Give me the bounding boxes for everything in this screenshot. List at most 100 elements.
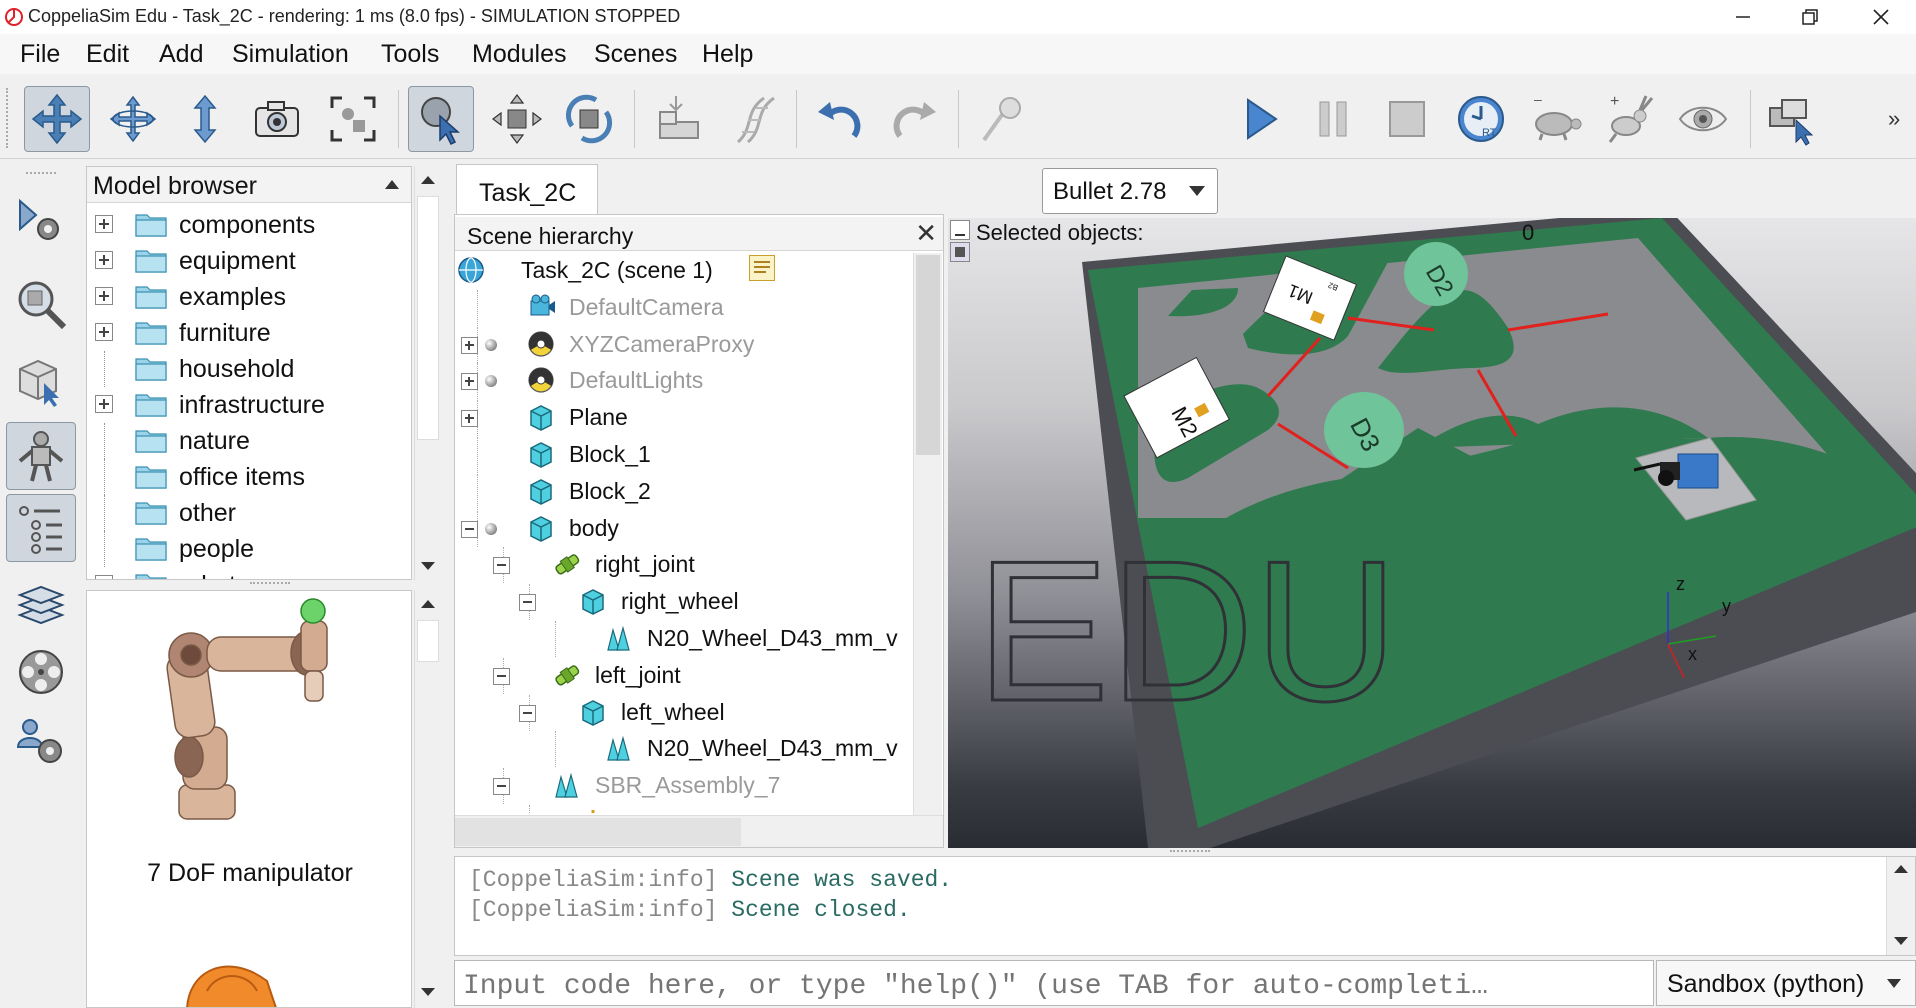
robot-arm-thumbnail[interactable] [127, 597, 367, 847]
thumbnail-scrollbar[interactable] [414, 590, 441, 1008]
menu-tools[interactable]: Tools [381, 40, 439, 69]
user-settings-icon[interactable] [6, 708, 76, 776]
select-icon[interactable] [408, 86, 474, 152]
menu-scenes[interactable]: Scenes [594, 40, 677, 69]
menu-simulation[interactable]: Simulation [232, 40, 349, 69]
transfer-dna-icon[interactable] [718, 86, 784, 152]
code-input[interactable] [454, 960, 1654, 1006]
play-icon[interactable] [1226, 86, 1292, 152]
scrollbar-thumb[interactable] [417, 620, 439, 662]
scroll-up-icon[interactable] [421, 176, 435, 184]
scene-object-row[interactable]: Plane [455, 400, 915, 437]
expand-plus-icon[interactable] [95, 575, 113, 579]
object-shift-icon[interactable] [484, 86, 550, 152]
dynamics-content-icon[interactable] [970, 86, 1036, 152]
scripts-icon[interactable] [6, 422, 76, 490]
maximize-icon[interactable] [1779, 0, 1841, 34]
rotate-camera-icon[interactable] [100, 86, 166, 152]
arena-scene[interactable]: M1 B2 D2 M2 D3 EDU z y x [948, 218, 1916, 848]
model-folder-item[interactable]: household [87, 351, 411, 387]
model-folder-item[interactable]: nature [87, 423, 411, 459]
scroll-down-icon[interactable] [1894, 937, 1908, 945]
model-folder-item[interactable]: infrastructure [87, 387, 411, 423]
object-rotate-icon[interactable] [556, 86, 622, 152]
scene-object-row[interactable]: body [455, 510, 915, 547]
page-selector-icon[interactable] [1760, 86, 1826, 152]
expand-plus-icon[interactable] [95, 323, 113, 341]
scrollbar-thumb[interactable] [916, 255, 940, 455]
model-browser-scrollbar[interactable] [414, 166, 441, 580]
scrollbar-thumb[interactable] [417, 196, 439, 440]
splitter-handle[interactable] [250, 582, 290, 588]
fit-view-icon[interactable] [320, 86, 386, 152]
camera-icon[interactable] [244, 86, 310, 152]
undo-icon[interactable] [808, 86, 874, 152]
expand-plus-icon[interactable] [461, 336, 478, 354]
collapse-minus-icon[interactable] [493, 778, 510, 796]
move-camera-icon[interactable] [24, 86, 90, 152]
toolbar-grip[interactable] [6, 88, 12, 148]
scene-object-row[interactable]: Block_1 [455, 437, 915, 473]
console-output[interactable]: [CoppeliaSim:info] Scene was saved. [Cop… [454, 856, 1916, 956]
scene-object-row[interactable]: N20_Wheel_D43_mm_v [455, 731, 915, 768]
calculation-modules-icon[interactable] [6, 270, 76, 338]
scroll-down-icon[interactable] [421, 988, 435, 996]
model-folder-item[interactable]: components [87, 207, 411, 243]
viewport-collapse-icon[interactable] [950, 220, 970, 240]
model-folder-item[interactable]: other [87, 495, 411, 531]
assemble-icon[interactable] [646, 86, 712, 152]
script-icon[interactable] [749, 255, 775, 281]
scene-object-row[interactable]: right_joint [455, 547, 915, 584]
scene-hierarchy-vscrollbar[interactable] [913, 253, 942, 815]
scene-object-row[interactable]: DefaultCamera [455, 289, 915, 326]
scene-object-row[interactable]: right_wheel [455, 584, 915, 621]
model-folder-item[interactable]: furniture [87, 315, 411, 351]
scene-object-row[interactable]: Block_2 [455, 473, 915, 510]
shift-camera-icon[interactable] [172, 86, 238, 152]
collapse-minus-icon[interactable] [519, 704, 536, 722]
expand-plus-icon[interactable] [95, 287, 113, 305]
model-browser-icon[interactable] [6, 494, 76, 562]
robot-thumbnail-partial[interactable] [167, 951, 287, 1008]
sandbox-select[interactable]: Sandbox (python) [1656, 960, 1916, 1006]
minimize-icon[interactable] [1712, 0, 1774, 34]
close-icon[interactable] [1850, 0, 1912, 34]
redo-icon[interactable] [880, 86, 946, 152]
menu-add[interactable]: Add [159, 40, 203, 69]
scene-object-row[interactable]: DefaultLights [455, 363, 915, 400]
model-folder-item[interactable]: robots [87, 567, 411, 579]
scene-object-row[interactable]: ForceSensor [455, 805, 915, 813]
model-folder-item[interactable]: equipment [87, 243, 411, 279]
physics-engine-select[interactable]: Bullet 2.78 [1042, 168, 1218, 214]
stop-icon[interactable] [1374, 86, 1440, 152]
toolbar-grip[interactable] [26, 172, 56, 178]
video-recorder-icon[interactable] [6, 638, 76, 706]
model-folder-item[interactable]: office items [87, 459, 411, 495]
scene-object-row[interactable]: SBR_Assembly_7 [455, 768, 915, 805]
scroll-up-icon[interactable] [421, 600, 435, 608]
pause-icon[interactable] [1300, 86, 1366, 152]
tab-task-2c[interactable]: Task_2C [456, 164, 598, 214]
scene-object-row[interactable]: left_wheel [455, 694, 915, 731]
menu-modules[interactable]: Modules [472, 40, 567, 69]
expand-plus-icon[interactable] [95, 251, 113, 269]
model-folder-item[interactable]: people [87, 531, 411, 567]
menu-help[interactable]: Help [702, 40, 753, 69]
scene-object-row[interactable]: XYZCameraProxy [455, 326, 915, 363]
collapse-minus-icon[interactable] [493, 557, 510, 575]
scroll-up-icon[interactable] [1894, 865, 1908, 873]
collections-icon[interactable] [6, 346, 76, 414]
scene-viewport[interactable]: M1 B2 D2 M2 D3 EDU z y x Selected object… [948, 218, 1916, 848]
scene-object-row[interactable]: Task_2C (scene 1) [455, 253, 915, 289]
scene-hierarchy-icon[interactable] [6, 570, 76, 638]
scene-object-row[interactable]: N20_Wheel_D43_mm_v [455, 621, 915, 657]
slower-icon[interactable]: – [1522, 86, 1588, 152]
console-scrollbar[interactable] [1886, 857, 1915, 955]
overflow-chevron-icon[interactable]: » [1888, 106, 1900, 132]
viewport-page-icon[interactable] [950, 242, 970, 262]
scrollbar-thumb[interactable] [455, 818, 741, 846]
collapse-minus-icon[interactable] [493, 667, 510, 685]
expand-plus-icon[interactable] [95, 215, 113, 233]
collapse-minus-icon[interactable] [519, 594, 536, 612]
scene-hierarchy-hscrollbar[interactable] [455, 815, 943, 847]
